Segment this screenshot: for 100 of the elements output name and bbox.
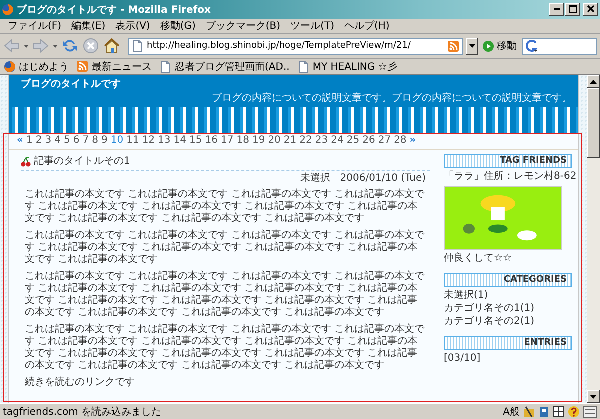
stop-icon	[83, 38, 99, 54]
page-number-link[interactable]: 14	[174, 135, 187, 147]
page-number-link[interactable]: 8	[92, 135, 98, 147]
feed-icon	[77, 60, 89, 72]
entry-date: 2006/01/10 (Tue)	[340, 173, 426, 185]
search-field[interactable]	[522, 38, 597, 54]
scroll-up-button[interactable]	[587, 75, 600, 88]
status-text: tagfriends.com を読み込みました	[3, 406, 162, 418]
sidebar-link[interactable]: 未選択(1)	[444, 290, 572, 302]
left-arrow-icon	[4, 39, 20, 53]
maximize-icon	[568, 5, 576, 13]
browser-logo-icon	[2, 4, 14, 16]
bookmark-item[interactable]: 最新ニュース	[77, 60, 152, 74]
address-field[interactable]: http://healing.blog.shinobi.jp/hoge/TemplatePreView/m/21/	[128, 38, 463, 54]
search-engine-icon[interactable]	[526, 40, 538, 52]
house-icon	[104, 38, 120, 54]
page-number-link[interactable]: 9	[101, 135, 108, 147]
page-number-link[interactable]: 19	[252, 135, 266, 147]
page-number-link[interactable]: 20	[268, 135, 281, 147]
menu-item[interactable]: 編集(E)	[68, 19, 110, 33]
entry-category[interactable]: 未選択	[300, 173, 330, 185]
page-icon	[298, 60, 310, 72]
sidebar-link[interactable]: カテゴリ名その1(1)	[444, 303, 572, 315]
go-button[interactable]: 移動	[481, 39, 519, 53]
reload-icon	[62, 38, 78, 54]
page-number-link[interactable]: 21	[284, 135, 297, 147]
minimize-button[interactable]	[549, 3, 564, 16]
read-more-link[interactable]: 続きを読むのリンクです	[25, 377, 135, 389]
page-number-link[interactable]: 27	[378, 135, 392, 147]
page-number-link[interactable]: 5	[64, 135, 70, 147]
blog-title[interactable]: ブログのタイトルです	[9, 78, 121, 92]
next-page-link[interactable]: »	[410, 135, 416, 147]
sidebar-heading: TAG FRIENDS	[444, 154, 572, 168]
page-number-link[interactable]: 10	[110, 135, 124, 147]
page-number-link[interactable]: 13	[158, 135, 171, 147]
sidebar-heading: CATEGORIES	[444, 273, 572, 287]
notebook-icon[interactable]	[538, 406, 550, 418]
cherry-icon	[21, 157, 31, 167]
reload-button[interactable]	[61, 37, 79, 55]
page-number-link[interactable]: 4	[54, 135, 61, 147]
page-number-link[interactable]: 15	[190, 135, 202, 147]
previous-page-link[interactable]: «	[17, 135, 24, 147]
ime-indicator[interactable]: A般	[503, 404, 520, 418]
home-button[interactable]	[103, 37, 121, 55]
page-number-link[interactable]: 1	[26, 135, 33, 147]
grid-icon[interactable]	[553, 406, 565, 418]
page-number-link[interactable]: 22	[300, 135, 312, 147]
sidebar-heading: ENTRIES	[444, 336, 572, 350]
menu-item[interactable]: ファイル(F)	[4, 19, 66, 33]
entry-paragraph: これは記事の本文です これは記事の本文です これは記事の本文です これは記事の本文です これは記事の本文です これは記事の本文です これは記事の本文です これは記事の本文です これは記事の本文です これは記事の本文です これは記事の本文です これは記事の本文です これは記事の本文です これは記事の本文です これは記事の本文です	[24, 324, 426, 372]
menu-item[interactable]: ブックマーク(B)	[202, 19, 285, 33]
entry-paragraph: これは記事の本文です これは記事の本文です これは記事の本文です これは記事の本文です これは記事の本文です これは記事の本文です これは記事の本文です これは記事の本文です これは記事の本文です これは記事の本文です これは記事の本文です	[24, 189, 426, 225]
up-triangle-icon	[590, 80, 597, 84]
entry-paragraph: これは記事の本文です これは記事の本文です これは記事の本文です これは記事の本文です これは記事の本文です これは記事の本文です これは記事の本文です これは記事の本文です これは記事の本文です これは記事の本文です これは記事の本文です これは記事の本文です これは記事の本文です これは記事の本文です これは記事の本文です	[24, 271, 426, 319]
page-number-link[interactable]: 18	[236, 135, 250, 147]
menu-item[interactable]: 表示(V)	[112, 19, 154, 33]
page-number-link[interactable]: 25	[346, 135, 360, 147]
dropdown-caret-icon[interactable]	[24, 44, 29, 48]
address-dropdown-button[interactable]	[466, 38, 478, 54]
page-number-link[interactable]: 23	[315, 135, 328, 147]
bookmark-item[interactable]: 忍者ブログ管理画面(AD..	[160, 60, 290, 74]
menu-item[interactable]: 移動(G)	[156, 19, 200, 33]
page-number-link[interactable]: 6	[73, 135, 80, 147]
dropdown-caret-icon[interactable]	[53, 44, 58, 48]
scroll-down-button[interactable]	[587, 390, 600, 403]
page-number-link[interactable]: 2	[36, 135, 42, 147]
page-icon	[132, 40, 143, 52]
page-number-link[interactable]: 28	[394, 135, 407, 147]
bookmark-item[interactable]: MY HEALING ☆彡	[298, 60, 398, 74]
sidebar-text: 仲良くして☆☆	[444, 253, 513, 265]
blog-description: ブログの内容についての説明文章です。ブログの内容についての説明文章です。	[212, 92, 573, 105]
page-number-link[interactable]: 7	[82, 135, 90, 147]
bookmark-item[interactable]: はじめよう	[4, 60, 69, 74]
help-icon[interactable]	[568, 406, 580, 418]
close-button[interactable]	[583, 3, 598, 16]
page-number-link[interactable]: 12	[142, 135, 156, 147]
scrollbar-thumb[interactable]	[587, 88, 600, 158]
entry-paragraph: これは記事の本文です これは記事の本文です これは記事の本文です これは記事の本文です これは記事の本文です これは記事の本文です これは記事の本文です これは記事の本文です これは記事の本文です	[24, 230, 426, 266]
entry-title[interactable]: 記事のタイトルその1	[34, 156, 130, 168]
down-triangle-icon	[590, 394, 597, 398]
close-icon	[586, 5, 594, 13]
menu-item[interactable]: ツール(T)	[286, 19, 338, 33]
page-number-link[interactable]: 24	[331, 135, 344, 147]
vertical-scrollbar[interactable]	[587, 75, 600, 403]
sidebar-link[interactable]: [03/10]	[444, 353, 572, 365]
stop-button[interactable]	[82, 37, 100, 55]
feed-icon[interactable]	[448, 40, 459, 52]
minimize-icon	[554, 8, 560, 10]
page-number-link[interactable]: 11	[126, 135, 140, 147]
menu-item[interactable]: ヘルプ(H)	[340, 19, 394, 33]
page-number-link[interactable]: 17	[220, 135, 234, 147]
maximize-button[interactable]	[565, 3, 580, 16]
illustration-placeholder[interactable]	[444, 186, 562, 250]
page-number-link[interactable]: 26	[362, 135, 376, 147]
page-number-link[interactable]: 16	[205, 135, 218, 147]
tool-icon[interactable]	[523, 406, 535, 418]
window-title: ブログのタイトルです - Mozilla Firefox	[17, 4, 211, 16]
sidebar-link[interactable]: カテゴリ名その2(1)	[444, 316, 572, 328]
page-number-link[interactable]: 3	[45, 135, 52, 147]
dropdown-caret-icon	[468, 44, 476, 48]
